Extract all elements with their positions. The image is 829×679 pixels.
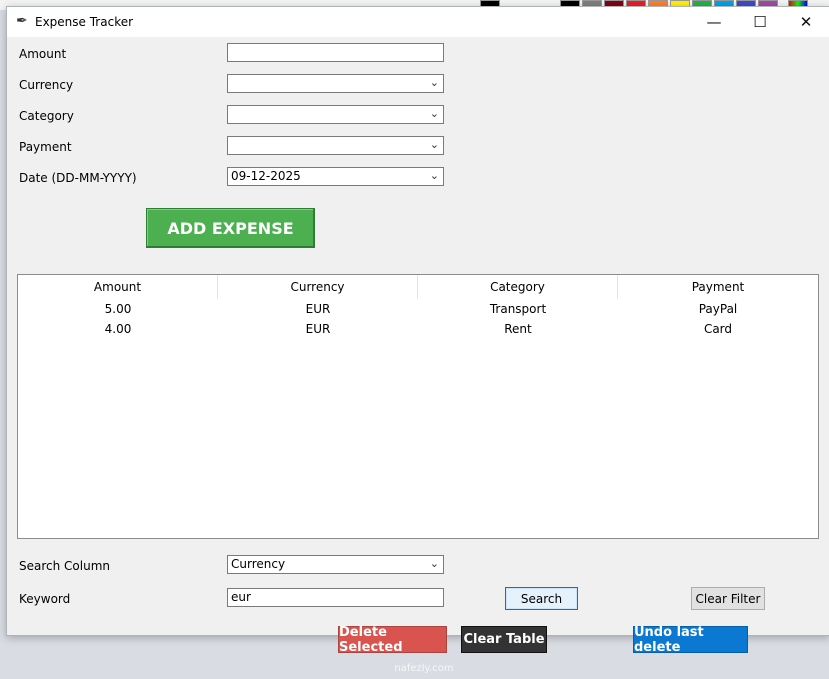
date-value: 09-12-2025 <box>231 169 301 183</box>
title-bar[interactable]: ✒ Expense Tracker — ☐ ✕ <box>7 7 829 37</box>
expense-table[interactable]: Amount Currency Category Payment 5.00 EU… <box>17 274 819 539</box>
cell-payment: PayPal <box>698 302 738 316</box>
date-combobox[interactable]: 09-12-2025 ⌄ <box>227 167 444 186</box>
cell-amount: 5.00 <box>104 302 132 316</box>
chevron-down-icon[interactable]: ⌄ <box>430 76 439 89</box>
expense-tracker-window: ✒ Expense Tracker — ☐ ✕ Amount Currency … <box>6 6 829 674</box>
amount-label: Amount <box>19 47 67 61</box>
window-title: Expense Tracker <box>35 15 134 29</box>
cell-currency: EUR <box>305 302 331 316</box>
payment-combobox[interactable]: ⌄ <box>227 136 444 155</box>
cell-payment: Card <box>703 322 733 336</box>
feather-icon: ✒ <box>16 13 28 29</box>
payment-label: Payment <box>19 140 72 154</box>
chevron-down-icon[interactable]: ⌄ <box>430 138 439 151</box>
clear-filter-button[interactable]: Clear Filter <box>691 587 765 610</box>
date-label: Date (DD-MM-YYYY) <box>19 171 137 185</box>
cell-amount: 4.00 <box>104 322 132 336</box>
column-header-amount[interactable]: Amount <box>18 275 218 299</box>
search-column-value: Currency <box>231 557 286 571</box>
search-column-combobox[interactable]: Currency ⌄ <box>227 555 444 574</box>
keyword-label: Keyword <box>19 592 71 606</box>
category-combobox[interactable]: ⌄ <box>227 105 444 124</box>
undo-last-delete-button[interactable]: Undo last delete <box>633 625 748 655</box>
close-button[interactable]: ✕ <box>783 7 829 37</box>
chevron-down-icon[interactable]: ⌄ <box>430 107 439 120</box>
watermark-text: nafezly.com <box>394 663 454 674</box>
category-label: Category <box>19 109 74 123</box>
column-header-payment[interactable]: Payment <box>618 275 818 299</box>
clear-table-button[interactable]: Clear Table <box>461 626 547 653</box>
table-header: Amount Currency Category Payment <box>18 275 818 299</box>
cell-category: Rent <box>504 322 532 336</box>
search-button[interactable]: Search <box>505 587 578 610</box>
search-column-label: Search Column <box>19 559 110 573</box>
keyword-input[interactable]: eur <box>227 588 444 607</box>
chevron-down-icon[interactable]: ⌄ <box>430 169 439 182</box>
delete-selected-button[interactable]: Delete Selected <box>338 625 447 655</box>
chevron-down-icon[interactable]: ⌄ <box>430 557 439 570</box>
add-expense-button[interactable]: ADD EXPENSE <box>146 208 315 248</box>
maximize-button[interactable]: ☐ <box>737 7 783 37</box>
minimize-button[interactable]: — <box>691 7 737 37</box>
currency-label: Currency <box>19 78 74 92</box>
cell-currency: EUR <box>305 322 331 336</box>
amount-input[interactable] <box>227 43 444 62</box>
column-header-currency[interactable]: Currency <box>218 275 418 299</box>
column-header-category[interactable]: Category <box>418 275 618 299</box>
currency-combobox[interactable]: ⌄ <box>227 74 444 93</box>
cell-category: Transport <box>489 302 547 316</box>
